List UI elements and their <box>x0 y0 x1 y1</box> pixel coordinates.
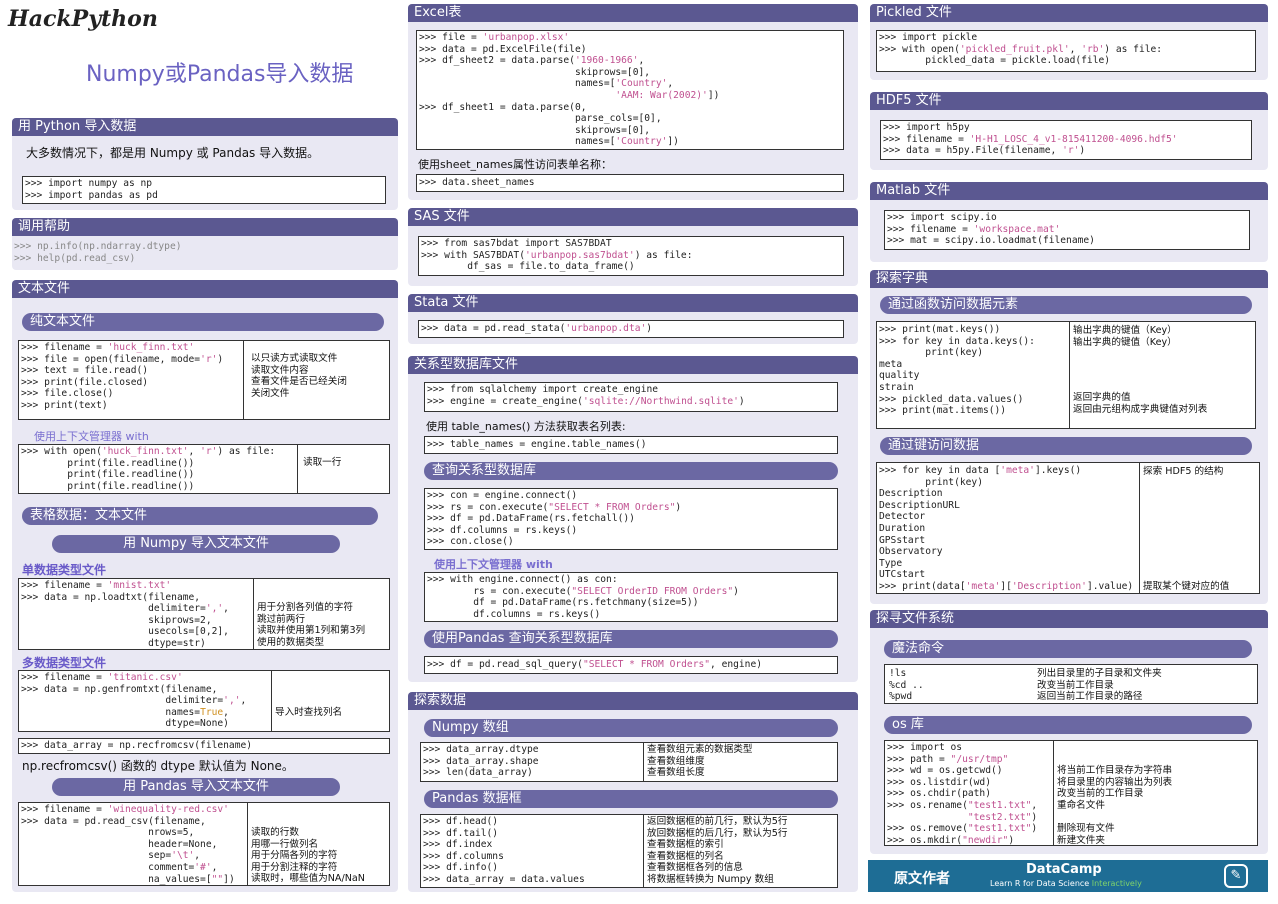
os-desc2: 删除现有文件 新建文件夹 <box>1057 823 1115 846</box>
fs-header: 探寻文件系统 <box>870 610 1268 628</box>
relational-code: >>> from sqlalchemy import create_engine… <box>427 384 745 407</box>
pandas-import-subheader: 用 Pandas 导入文本文件 <box>52 778 340 796</box>
rel-context-code: >>> with engine.connect() as con: rs = c… <box>427 574 739 620</box>
query-code-box: >>> con = engine.connect() >>> rs = con.… <box>424 488 838 550</box>
pandas-query-subheader: 使用Pandas 查询关系型数据库 <box>424 630 838 648</box>
plain-text-desc: 以只读方式读取文件 读取文件内容 查看文件是否已经关闭 关闭文件 <box>251 353 347 399</box>
numpy-array-code: >>> data_array.dtype >>> data_array.shap… <box>423 744 539 779</box>
magic-box: !ls %cd .. %pwd 列出目录里的子目录和文件夹 改变当前工作目录 返… <box>884 664 1258 704</box>
pandas-import-desc: 读取的行数 用哪一行做列名 用于分隔各列的字符 用于分割注释的字符 读取时，哪些… <box>251 827 365 885</box>
dict-key-desc2: 提取某个键对应的值 <box>1143 581 1230 592</box>
text-header: 文本文件 <box>12 280 398 298</box>
numpy-array-subheader: Numpy 数组 <box>424 719 838 737</box>
plain-text-subheader: 纯文本文件 <box>22 313 384 331</box>
excel-code: >>> file = 'urbanpop.xlsx' >>> data = pd… <box>419 32 720 148</box>
sas-header: SAS 文件 <box>408 208 858 226</box>
relational-code2: >>> table_names = engine.table_names() <box>427 439 647 450</box>
dict-func-desc2: 返回字典的值 返回由元组构成字典键值对列表 <box>1073 392 1208 415</box>
query-code: >>> con = engine.connect() >>> rs = con.… <box>427 490 682 548</box>
single-type-box: >>> filename = 'mnist.txt' >>> data = np… <box>18 578 390 650</box>
query-subheader: 查询关系型数据库 <box>424 462 838 480</box>
numpy-array-desc: 查看数组元素的数据类型 查看数组维度 查看数组长度 <box>647 744 753 779</box>
os-desc1: 将当前工作目录存为字符串 将目录里的内容输出为列表 改变当前的工作目录 重命名文… <box>1057 765 1173 811</box>
magic-subheader: 魔法命令 <box>884 640 1252 658</box>
dict-key-code: >>> for key in data ['meta'].keys() prin… <box>879 465 1134 592</box>
hdf5-code-box: >>> import h5py >>> filename = 'H-H1_LOS… <box>880 120 1252 160</box>
matlab-code: >>> import scipy.io >>> filename = 'work… <box>887 212 1095 247</box>
pandas-query-box: >>> df = pd.read_sql_query("SELECT * FRO… <box>424 656 838 674</box>
datacamp-logo-icon: ✎ <box>1224 864 1248 888</box>
dict-key-subheader: 通过键访问数据 <box>880 437 1252 455</box>
matlab-header: Matlab 文件 <box>870 182 1268 200</box>
python-header: 用 Python 导入数据 <box>12 118 398 136</box>
single-type-desc: 用于分割各列值的字符 跳过前两行 读取并使用第1列和第3列 使用的数据类型 <box>257 602 366 648</box>
footer-tagline2: Interactively <box>1091 879 1142 888</box>
dict-header: 探索字典 <box>870 270 1268 288</box>
footer-tagline: Learn R for Data Science <box>990 879 1090 888</box>
python-intro: 大多数情况下，都是用 Numpy 或 Pandas 导入数据。 <box>26 146 320 160</box>
context-manager-desc: 读取一行 <box>303 457 342 468</box>
single-type-heading: 单数据类型文件 <box>22 563 107 577</box>
footer-author: 原文作者 <box>894 871 950 887</box>
python-code-box: >>> import numpy as np >>> import pandas… <box>22 176 386 204</box>
recfromcsv-box: >>> data_array = np.recfromcsv(filename) <box>18 738 390 754</box>
rel-context-box: >>> with engine.connect() as con: rs = c… <box>424 572 838 622</box>
excel-note: 使用sheet_names属性访问表单名称： <box>418 158 612 171</box>
dict-key-desc1: 探索 HDF5 的结构 <box>1143 466 1224 477</box>
recfromcsv-note: np.recfromcsv() 函数的 dtype 默认值为 None。 <box>22 759 294 773</box>
dict-key-box: >>> for key in data ['meta'].keys() prin… <box>876 462 1260 594</box>
help-header: 调用帮助 <box>12 218 398 236</box>
pandas-query-code: >>> df = pd.read_sql_query("SELECT * FRO… <box>427 659 763 670</box>
pandas-df-box: >>> df.head() >>> df.tail() >>> df.index… <box>420 814 838 888</box>
relational-note: 使用 table_names() 方法获取表名列表: <box>426 420 626 433</box>
stata-code: >>> data = pd.read_stata('urbanpop.dta') <box>421 323 653 334</box>
excel-code-box: >>> file = 'urbanpop.xlsx' >>> data = pd… <box>416 30 844 150</box>
pickle-code-box: >>> import pickle >>> with open('pickled… <box>876 30 1256 72</box>
dict-func-subheader: 通过函数访问数据元素 <box>880 296 1252 314</box>
pickle-header: Pickled 文件 <box>870 4 1268 22</box>
stata-header: Stata 文件 <box>408 294 858 312</box>
numpy-array-box: >>> data_array.dtype >>> data_array.shap… <box>420 742 838 782</box>
multi-type-heading: 多数据类型文件 <box>22 656 107 670</box>
magic-desc: 列出目录里的子目录和文件夹 改变当前工作目录 返回当前工作目录的路径 <box>1037 668 1162 703</box>
recfromcsv-code: >>> data_array = np.recfromcsv(filename) <box>21 740 253 751</box>
excel-header: Excel表 <box>408 4 858 22</box>
context-manager-code: >>> with open('huck_finn.txt', 'r') as f… <box>21 446 276 492</box>
os-subheader: os 库 <box>884 716 1252 734</box>
context-manager-label: 使用上下文管理器 with <box>34 430 149 443</box>
hdf5-code: >>> import h5py >>> filename = 'H-H1_LOS… <box>883 122 1178 157</box>
rel-context-label: 使用上下文管理器 with <box>434 558 553 571</box>
dict-func-box: >>> print(mat.keys()) >>> for key in dat… <box>876 321 1256 429</box>
python-code: >>> import numpy as np >>> import pandas… <box>25 178 158 201</box>
multi-type-code: >>> filename = 'titanic.csv' >>> data = … <box>21 672 247 730</box>
sas-code-box: >>> from sas7bdat import SAS7BDAT >>> wi… <box>418 236 844 276</box>
dict-func-desc1: 输出字典的键值（Key） 输出字典的键值（Key） <box>1073 325 1177 348</box>
footer-banner: 原文作者 DataCamp Learn R for Data Science I… <box>868 860 1268 892</box>
excel-code2: >>> data.sheet_names <box>419 177 535 188</box>
help-code: >>> np.info(np.ndarray.dtype) >>> help(p… <box>14 241 182 264</box>
table-data-subheader: 表格数据：文本文件 <box>22 507 378 525</box>
pandas-import-box: >>> filename = 'winequality-red.csv' >>>… <box>18 802 390 886</box>
os-box: >>> import os >>> path = "/usr/tmp" >>> … <box>884 740 1258 846</box>
page-title: Numpy或Pandas导入数据 <box>86 62 354 87</box>
stata-code-box: >>> data = pd.read_stata('urbanpop.dta') <box>418 320 844 338</box>
context-manager-box: >>> with open('huck_finn.txt', 'r') as f… <box>18 444 390 494</box>
relational-header: 关系型数据库文件 <box>408 356 858 374</box>
sas-code: >>> from sas7bdat import SAS7BDAT >>> wi… <box>421 238 693 273</box>
footer-company: DataCamp <box>1026 862 1102 877</box>
explore-header: 探索数据 <box>408 692 858 710</box>
hdf5-header: HDF5 文件 <box>870 92 1268 110</box>
multi-type-box: >>> filename = 'titanic.csv' >>> data = … <box>18 670 390 732</box>
matlab-code-box: >>> import scipy.io >>> filename = 'work… <box>884 210 1250 250</box>
plain-text-box: >>> filename = 'huck_finn.txt' >>> file … <box>18 340 390 420</box>
brand-logo: HackPython <box>8 6 158 32</box>
excel-code2-box: >>> data.sheet_names <box>416 174 844 192</box>
numpy-import-subheader: 用 Numpy 导入文本文件 <box>52 535 340 553</box>
relational-code2-box: >>> table_names = engine.table_names() <box>424 436 838 454</box>
relational-code-box: >>> from sqlalchemy import create_engine… <box>424 382 838 412</box>
pandas-df-desc: 返回数据框的前几行，默认为5行 放回数据框的后几行，默认为5行 查看数据框的索引… <box>647 816 788 885</box>
pickle-code: >>> import pickle >>> with open('pickled… <box>879 32 1163 67</box>
multi-type-desc: 导入时查找列名 <box>275 707 343 718</box>
pandas-df-subheader: Pandas 数据框 <box>424 790 838 808</box>
